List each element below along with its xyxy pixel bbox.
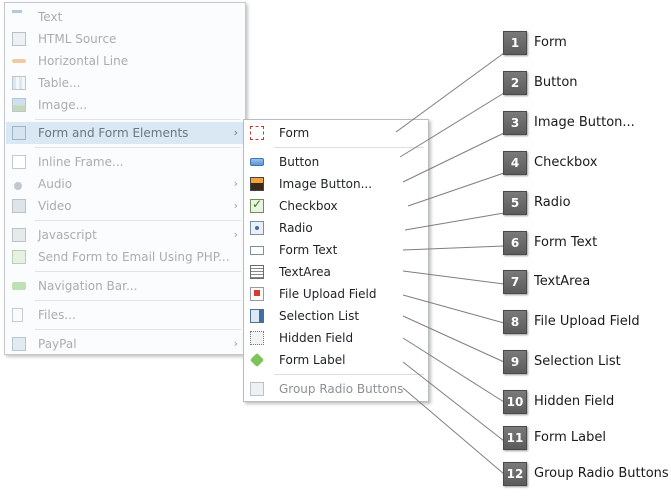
leader-line-8 [402, 294, 505, 324]
leader-line-7 [402, 270, 505, 285]
leader-line-3 [402, 132, 505, 183]
leader-line-1 [395, 52, 505, 133]
leader-line-6 [402, 245, 505, 251]
callout-number-badge: 4 [503, 151, 527, 175]
callout-number-badge: 1 [503, 31, 527, 55]
callout-label: Image Button... [534, 115, 635, 130]
callout-label: File Upload Field [534, 314, 640, 329]
callout-number-badge: 6 [503, 231, 527, 255]
callout-label: Hidden Field [534, 394, 615, 409]
leader-line-5 [404, 212, 505, 231]
leader-line-9 [402, 315, 505, 363]
leader-line-4 [407, 172, 505, 207]
callout-label: Radio [534, 195, 571, 210]
callout-number-badge: 12 [503, 462, 527, 486]
callout-label: Selection List [534, 354, 621, 369]
callout-label: Form Text [534, 235, 598, 250]
callout-label: Checkbox [534, 155, 598, 170]
callout-number-badge: 3 [503, 111, 527, 135]
callout-number-badge: 9 [503, 350, 527, 374]
callout-label: Group Radio Buttons [534, 466, 669, 481]
callout-number-badge: 10 [503, 390, 527, 414]
leader-line-2 [399, 92, 505, 158]
callout-label: TextArea [534, 274, 591, 289]
callout-label: Button [534, 75, 578, 90]
callout-number-badge: 7 [503, 270, 527, 294]
callout-label: Form [534, 35, 567, 50]
callout-number-badge: 8 [503, 310, 527, 334]
callout-number-badge: 11 [503, 426, 527, 450]
callout-number-badge: 2 [503, 71, 527, 95]
leader-line-10 [402, 337, 505, 403]
callout-label: Form Label [534, 430, 606, 445]
callout-number-badge: 5 [503, 191, 527, 215]
